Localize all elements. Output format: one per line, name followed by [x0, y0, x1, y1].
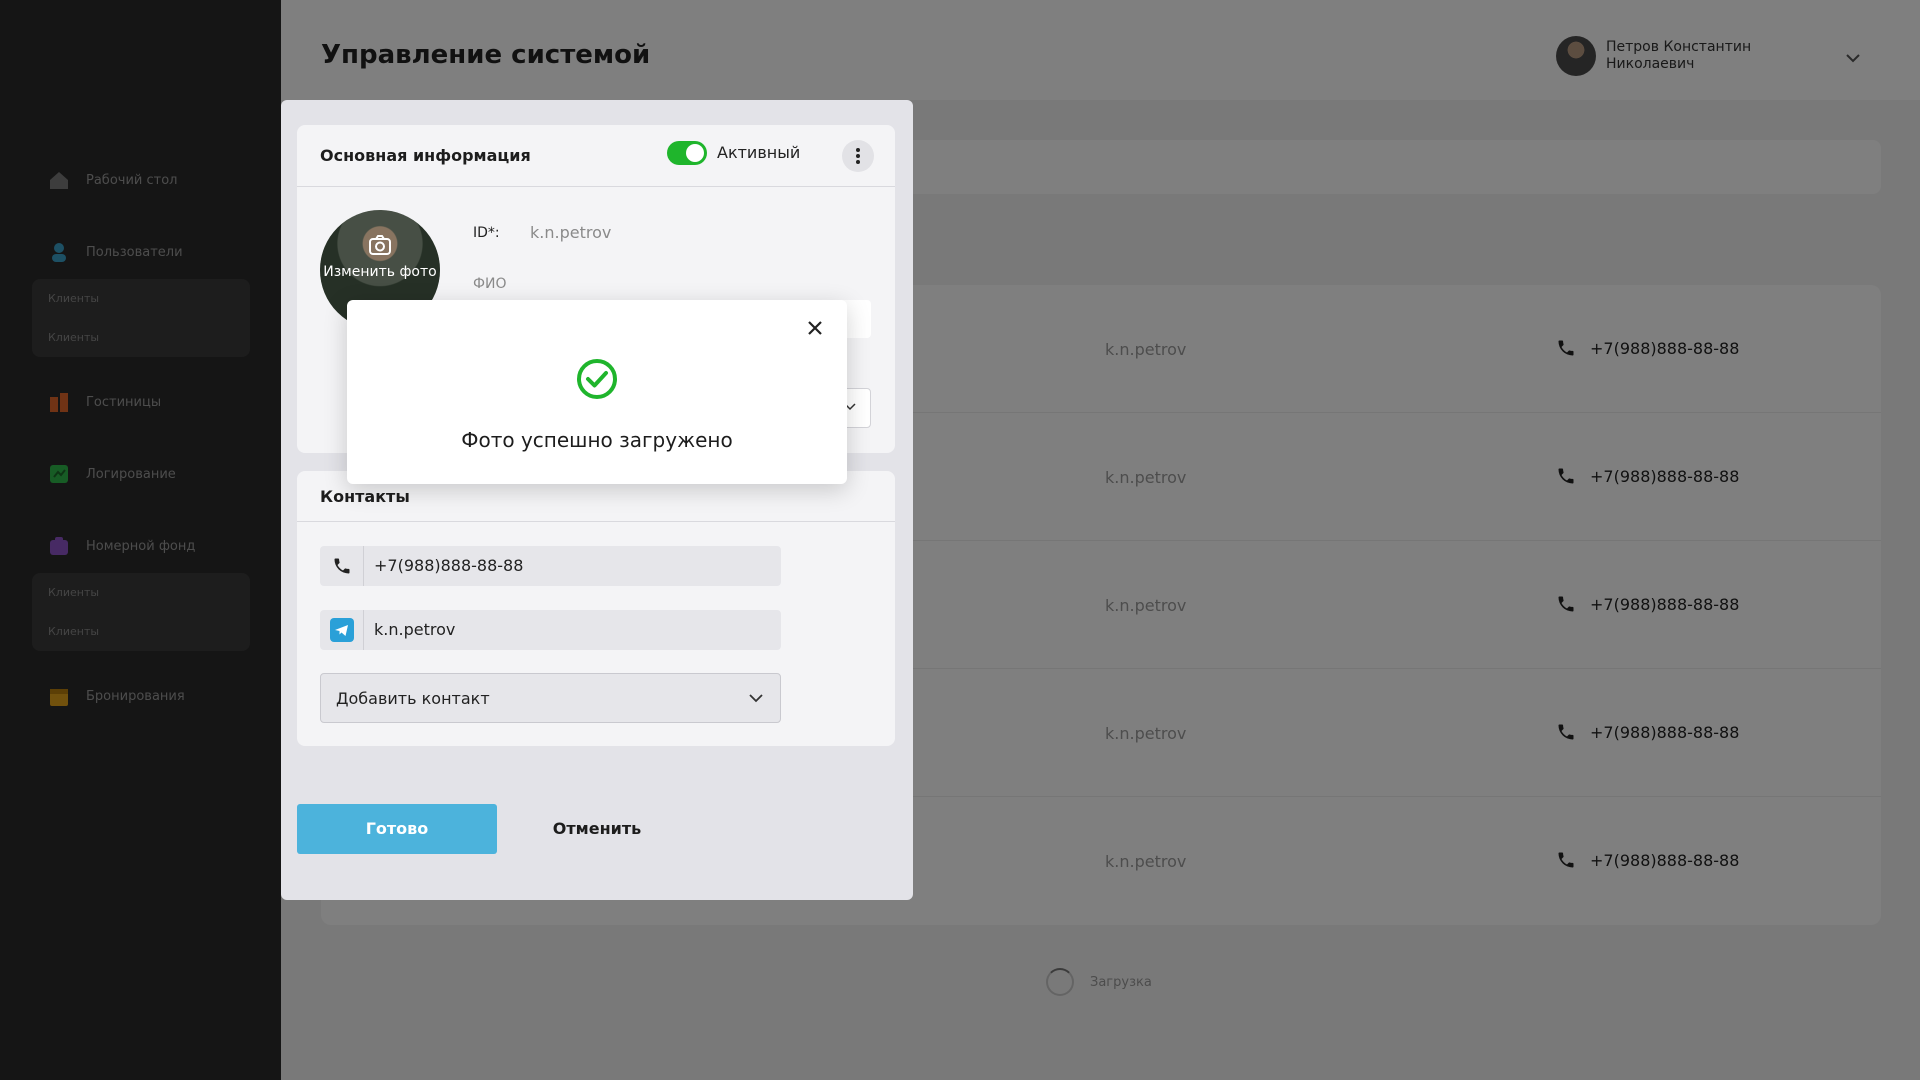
done-button[interactable]: Готово	[297, 804, 497, 854]
active-toggle[interactable]	[667, 141, 707, 165]
id-value: k.n.petrov	[530, 223, 612, 242]
toggle-knob	[686, 144, 704, 162]
contacts-card: Контакты +7(988)888-88-88 k.n.petrov Доб…	[297, 471, 895, 746]
active-toggle-label: Активный	[717, 143, 801, 162]
phone-contact-value: +7(988)888-88-88	[374, 556, 524, 575]
chevron-down-icon	[749, 694, 763, 703]
close-icon[interactable]	[806, 319, 824, 341]
telegram-contact-field[interactable]: k.n.petrov	[320, 610, 781, 650]
more-options-icon[interactable]	[842, 140, 874, 172]
cancel-button[interactable]: Отменить	[497, 804, 697, 854]
add-contact-label: Добавить контакт	[336, 689, 490, 708]
phone-icon	[320, 546, 364, 586]
change-photo-label: Изменить фото	[323, 264, 437, 280]
success-check-icon	[576, 358, 618, 404]
add-contact-select[interactable]: Добавить контакт	[320, 673, 781, 723]
edit-user-dialog: Основная информация Активный Изменить фо…	[281, 100, 913, 900]
phone-contact-field[interactable]: +7(988)888-88-88	[320, 546, 781, 586]
id-label: ID*:	[473, 225, 500, 241]
telegram-contact-value: k.n.petrov	[374, 620, 456, 639]
toast-message: Фото успешно загружено	[461, 428, 733, 452]
basic-info-header: Основная информация Активный	[297, 125, 895, 187]
basic-info-title: Основная информация	[320, 146, 531, 165]
contacts-title: Контакты	[320, 487, 410, 506]
camera-icon	[368, 234, 392, 260]
success-toast: Фото успешно загружено	[347, 300, 847, 484]
telegram-icon	[320, 610, 364, 650]
fio-label: ФИО	[473, 276, 507, 292]
